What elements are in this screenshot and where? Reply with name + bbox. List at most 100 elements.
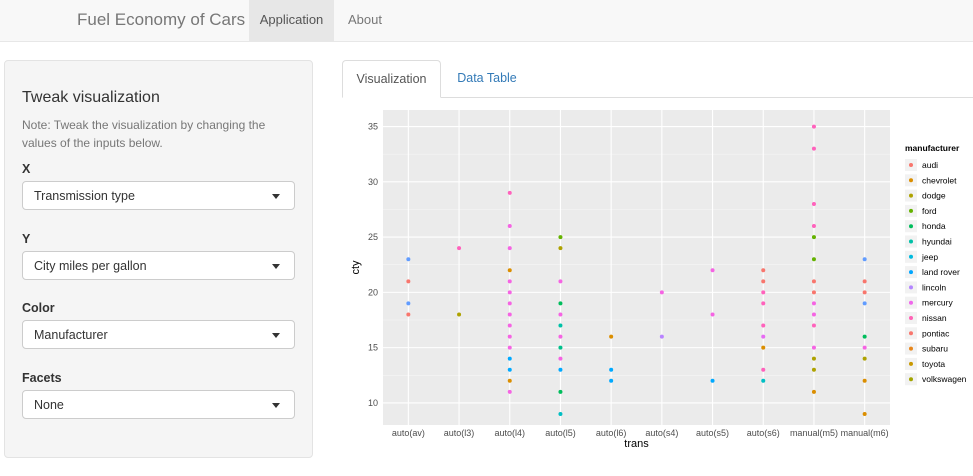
tab-visualization[interactable]: Visualization xyxy=(342,60,441,98)
chevron-down-icon xyxy=(272,194,280,199)
nav-application-label: Application xyxy=(259,12,324,27)
data-point xyxy=(406,301,411,306)
data-point xyxy=(761,334,766,339)
data-point xyxy=(761,268,766,273)
data-point xyxy=(811,146,816,151)
data-point xyxy=(862,290,867,295)
y-tick-label: 10 xyxy=(368,398,378,408)
legend-key xyxy=(909,239,913,244)
data-point xyxy=(761,367,766,372)
data-point xyxy=(811,312,816,317)
legend-label: land rover xyxy=(922,267,960,277)
y-tick-label: 35 xyxy=(368,122,378,132)
color-select[interactable]: Manufacturer xyxy=(22,320,295,349)
nav-about[interactable]: About xyxy=(334,0,396,41)
data-point xyxy=(862,279,867,284)
data-point xyxy=(761,279,766,284)
data-point xyxy=(457,312,462,317)
y-tick-label: 20 xyxy=(368,287,378,297)
y-axis-title: cty xyxy=(350,260,362,275)
x-tick-label: auto(s6) xyxy=(747,428,780,438)
facets-label: Facets xyxy=(22,371,62,385)
data-point xyxy=(811,201,816,206)
x-select-value: Transmission type xyxy=(34,189,135,203)
legend-key xyxy=(909,300,913,305)
data-point xyxy=(862,257,867,262)
y-select[interactable]: City miles per gallon xyxy=(22,251,295,280)
data-point xyxy=(659,334,664,339)
data-point xyxy=(507,356,512,361)
data-point xyxy=(659,290,664,295)
y-select-value: City miles per gallon xyxy=(34,259,147,273)
y-tick-label: 30 xyxy=(368,177,378,187)
legend-label: toyota xyxy=(922,359,945,369)
legend-key xyxy=(909,346,913,351)
y-tick-label: 15 xyxy=(368,343,378,353)
chevron-down-icon xyxy=(272,333,280,338)
data-point xyxy=(862,378,867,383)
data-point xyxy=(558,323,563,328)
x-tick-label: auto(s4) xyxy=(645,428,678,438)
legend-key xyxy=(909,331,913,336)
legend-label: jeep xyxy=(921,252,938,262)
data-point xyxy=(710,268,715,273)
legend-label: subaru xyxy=(922,344,948,354)
legend-label: lincoln xyxy=(922,282,946,292)
data-point xyxy=(558,356,563,361)
legend-label: chevrolet xyxy=(922,175,957,185)
x-axis-title: trans xyxy=(624,438,649,450)
facets-select[interactable]: None xyxy=(22,390,295,419)
legend-label: volkswagen xyxy=(922,374,967,384)
tab-visualization-label: Visualization xyxy=(356,72,427,86)
data-point xyxy=(507,224,512,229)
x-select[interactable]: Transmission type xyxy=(22,181,295,210)
data-point xyxy=(811,356,816,361)
data-point xyxy=(862,411,867,416)
data-point xyxy=(507,367,512,372)
data-point xyxy=(811,345,816,350)
legend-label: nissan xyxy=(922,313,947,323)
legend-label: honda xyxy=(922,221,946,231)
x-tick-label: auto(l5) xyxy=(545,428,576,438)
y-tick-label: 25 xyxy=(368,232,378,242)
x-tick-label: manual(m6) xyxy=(841,428,889,438)
chevron-down-icon xyxy=(272,264,280,269)
data-point xyxy=(811,389,816,394)
legend-key xyxy=(909,208,913,213)
x-tick-label: auto(s5) xyxy=(696,428,729,438)
data-point xyxy=(862,334,867,339)
legend-label: pontiac xyxy=(922,328,950,338)
data-point xyxy=(507,301,512,306)
data-point xyxy=(558,411,563,416)
tab-data-table[interactable]: Data Table xyxy=(445,60,529,97)
data-point xyxy=(811,257,816,262)
nav-application[interactable]: Application xyxy=(249,0,334,41)
data-point xyxy=(507,334,512,339)
data-point xyxy=(558,389,563,394)
data-point xyxy=(558,301,563,306)
color-label: Color xyxy=(22,301,55,315)
legend-label: mercury xyxy=(922,298,953,308)
legend-key xyxy=(909,193,913,198)
data-point xyxy=(761,301,766,306)
data-point xyxy=(609,378,614,383)
legend-label: ford xyxy=(922,206,937,216)
legend-label: hyundai xyxy=(922,237,952,247)
data-point xyxy=(507,312,512,317)
legend-key xyxy=(909,163,913,167)
data-point xyxy=(761,378,766,383)
legend-title: manufacturer xyxy=(905,143,960,153)
sidebar-title: Tweak visualization xyxy=(22,89,160,106)
data-point xyxy=(710,312,715,317)
app-brand[interactable]: Fuel Economy of Cars xyxy=(77,0,245,41)
x-label: X xyxy=(22,162,31,176)
data-point xyxy=(862,301,867,306)
x-tick-label: auto(l6) xyxy=(596,428,627,438)
data-point xyxy=(609,334,614,339)
data-point xyxy=(507,290,512,295)
data-point xyxy=(507,323,512,328)
navbar: Fuel Economy of Cars Application About xyxy=(0,0,973,42)
data-point xyxy=(862,356,867,361)
data-point xyxy=(761,323,766,328)
data-point xyxy=(558,246,563,251)
